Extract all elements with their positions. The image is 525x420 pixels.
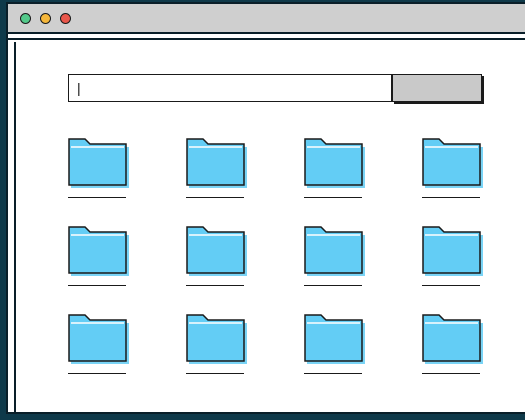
folder-item[interactable]	[68, 314, 129, 376]
minimize-button[interactable]	[40, 13, 51, 24]
title-bar	[8, 4, 525, 34]
folder-label	[68, 284, 126, 286]
titlebar-divider	[8, 38, 525, 40]
folder-label	[304, 372, 362, 374]
folder-item[interactable]	[304, 226, 365, 288]
folder-item[interactable]	[304, 314, 365, 376]
folder-item[interactable]	[68, 226, 129, 288]
folder-label	[186, 196, 244, 198]
folder-label	[422, 284, 480, 286]
zoom-button[interactable]	[20, 13, 31, 24]
folder-label	[186, 372, 244, 374]
folder-label	[304, 284, 362, 286]
content-area	[14, 42, 525, 412]
folder-item[interactable]	[422, 314, 483, 376]
browser-window	[6, 2, 525, 414]
folder-item[interactable]	[304, 138, 365, 200]
folder-item[interactable]	[186, 226, 247, 288]
folder-grid	[68, 138, 483, 376]
folder-label	[422, 372, 480, 374]
folder-label	[304, 196, 362, 198]
search-button[interactable]	[392, 74, 482, 102]
folder-label	[68, 196, 126, 198]
search-input[interactable]	[68, 74, 392, 102]
close-button[interactable]	[60, 13, 71, 24]
folder-item[interactable]	[422, 226, 483, 288]
folder-label	[186, 284, 244, 286]
folder-label	[422, 196, 480, 198]
folder-item[interactable]	[186, 314, 247, 376]
folder-label	[68, 372, 126, 374]
folder-item[interactable]	[68, 138, 129, 200]
folder-item[interactable]	[186, 138, 247, 200]
folder-item[interactable]	[422, 138, 483, 200]
